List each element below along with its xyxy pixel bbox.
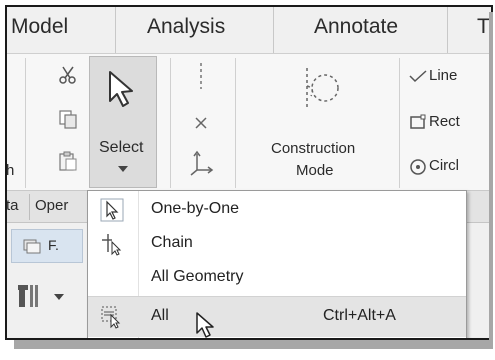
folder-icon (23, 239, 41, 254)
panel-label-data: ta (6, 197, 19, 214)
menu-item-all-geometry[interactable]: All Geometry (88, 261, 466, 294)
menu-item-label: All Geometry (151, 268, 244, 285)
menu-item-label: All (151, 307, 169, 324)
ribbon-panel: h Select Construction Mode Line Rect Cir… (7, 54, 491, 191)
menu-item-label: Chain (151, 234, 193, 251)
select-dropdown-menu: One-by-One Chain All Geometry All Ctrl+A… (87, 190, 467, 338)
select-button[interactable]: Select (89, 56, 157, 188)
ribbon-separator (170, 58, 171, 188)
circle-tool[interactable]: Circl (407, 154, 491, 180)
line-tool-label: Line (429, 67, 458, 84)
menu-item-one-by-one[interactable]: One-by-One (88, 193, 466, 226)
menu-item-shortcut: Ctrl+Alt+A (323, 307, 396, 324)
point-x-icon[interactable] (190, 112, 212, 134)
axis-icon[interactable] (189, 150, 215, 176)
construction-mode-button[interactable]: Construction Mode (255, 56, 385, 188)
app-window: Model Analysis Annotate T h Select Const… (5, 5, 493, 340)
chain-select-icon (102, 234, 122, 256)
tab-separator (115, 7, 116, 53)
construction-label-line1: Construction (271, 140, 356, 157)
panel-separator (29, 194, 30, 220)
copy-icon[interactable] (57, 108, 79, 130)
folder-tab-label: F. (48, 237, 59, 253)
frame-shadow-right (489, 12, 493, 342)
paste-icon[interactable] (57, 150, 79, 172)
construction-label-line2: Mode (296, 162, 334, 179)
rectangle-icon (410, 114, 426, 129)
circle-tool-label: Circl (429, 157, 459, 174)
ribbon-separator (235, 58, 236, 188)
tab-analysis[interactable]: Analysis (147, 15, 225, 39)
ribbon-separator (25, 58, 26, 188)
rectangle-tool-label: Rect (429, 113, 460, 130)
tab-annotate[interactable]: Annotate (314, 15, 398, 39)
construction-mode-icon (306, 68, 339, 110)
rectangle-tool[interactable]: Rect (407, 110, 491, 136)
ribbon-tabs: Model Analysis Annotate T (7, 7, 491, 54)
menu-item-chain[interactable]: Chain (88, 227, 466, 260)
panel-label-operations: Oper (35, 197, 69, 214)
tab-separator (273, 7, 274, 53)
menu-item-all[interactable]: All Ctrl+Alt+A (88, 296, 466, 338)
mouse-pointer-icon (196, 312, 214, 338)
tab-separator (447, 7, 448, 53)
menu-item-label: One-by-One (151, 200, 240, 217)
circle-icon (410, 159, 426, 175)
tools-icon (18, 285, 38, 307)
cursor-icon (100, 198, 124, 222)
ribbon-separator (399, 58, 400, 188)
scissors-icon[interactable] (57, 64, 79, 86)
dropdown-arrow-icon (118, 166, 128, 172)
select-all-icon (101, 306, 121, 329)
browser-folder-tab[interactable]: F. (11, 229, 83, 263)
select-button-label: Select (99, 139, 144, 156)
cursor-icon (109, 71, 133, 107)
line-icon (409, 70, 427, 83)
dashed-line-icon[interactable] (190, 62, 212, 90)
dropdown-arrow-icon (54, 294, 64, 300)
tab-truncated[interactable]: T (477, 15, 490, 39)
tools-menu-button[interactable] (11, 279, 83, 313)
tab-model[interactable]: Model (11, 15, 68, 39)
ribbon-left-edge-label: h (6, 162, 15, 179)
line-tool[interactable]: Line (407, 64, 491, 90)
frame-shadow-bottom (14, 340, 493, 349)
